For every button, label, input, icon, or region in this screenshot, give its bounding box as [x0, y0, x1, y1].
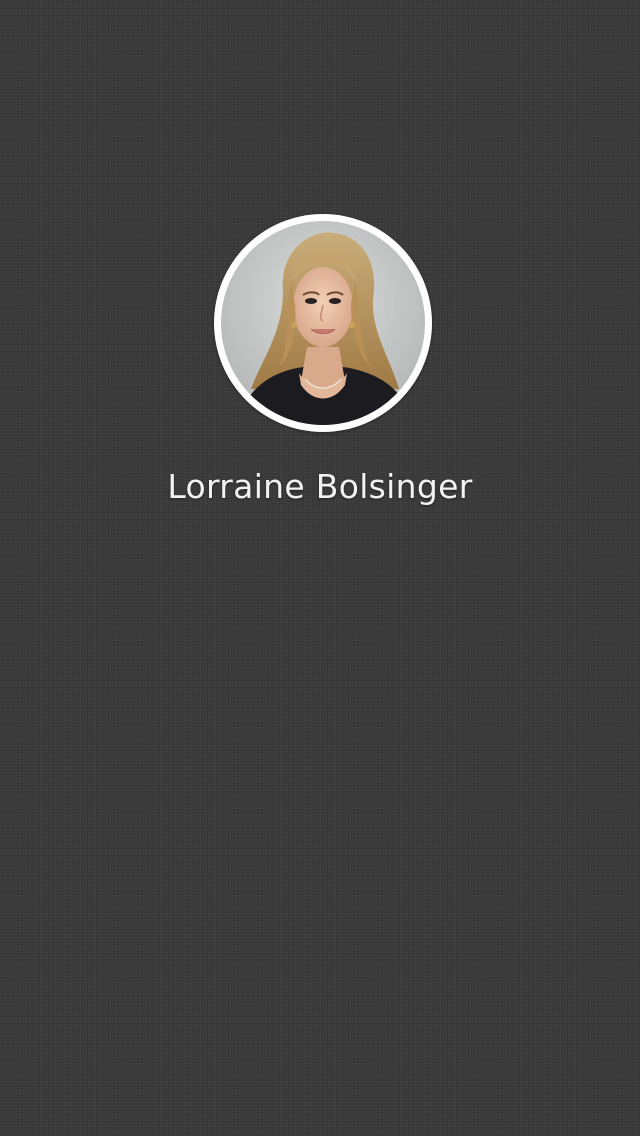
profile-photo-icon — [221, 221, 425, 425]
profile-name: Lorraine Bolsinger — [167, 467, 473, 506]
profile-screen: Lorraine Bolsinger — [0, 0, 640, 1136]
avatar[interactable] — [214, 214, 432, 432]
